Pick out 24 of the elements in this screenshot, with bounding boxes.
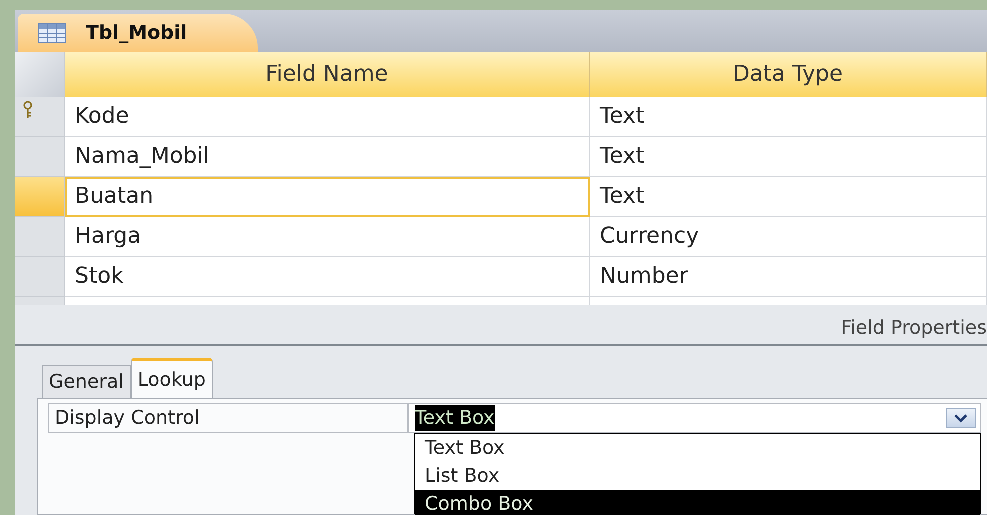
property-tab[interactable]: General: [42, 365, 131, 398]
column-header: Data Type: [590, 52, 987, 97]
field-name-cell[interactable]: Harga: [65, 217, 590, 257]
dropdown-button[interactable]: [946, 408, 976, 428]
row-selector[interactable]: [15, 97, 65, 137]
column-header: Field Name: [65, 52, 590, 97]
document-tab[interactable]: Tbl_Mobil: [18, 14, 258, 52]
dropdown-option[interactable]: Combo Box: [415, 490, 980, 515]
field-name-cell[interactable]: Buatan: [65, 177, 590, 217]
property-label: Display Control: [48, 403, 408, 433]
data-type-cell[interactable]: Text: [590, 137, 987, 177]
select-all-corner[interactable]: [15, 52, 65, 97]
field-name-cell[interactable]: Nama_Mobil: [65, 137, 590, 177]
data-type-cell[interactable]: Text: [590, 97, 987, 137]
data-type-cell[interactable]: Currency: [590, 217, 987, 257]
chevron-down-icon: [954, 414, 968, 422]
row-selector[interactable]: [15, 177, 65, 217]
property-tab[interactable]: Lookup: [130, 358, 213, 398]
field-properties-title: Field Properties: [841, 317, 987, 339]
table-icon: [38, 23, 66, 43]
data-type-cell[interactable]: Text: [590, 177, 987, 217]
field-name-cell[interactable]: Kode: [65, 97, 590, 137]
property-value-field[interactable]: Text Box: [408, 403, 981, 433]
tab-title: Tbl_Mobil: [86, 22, 188, 44]
